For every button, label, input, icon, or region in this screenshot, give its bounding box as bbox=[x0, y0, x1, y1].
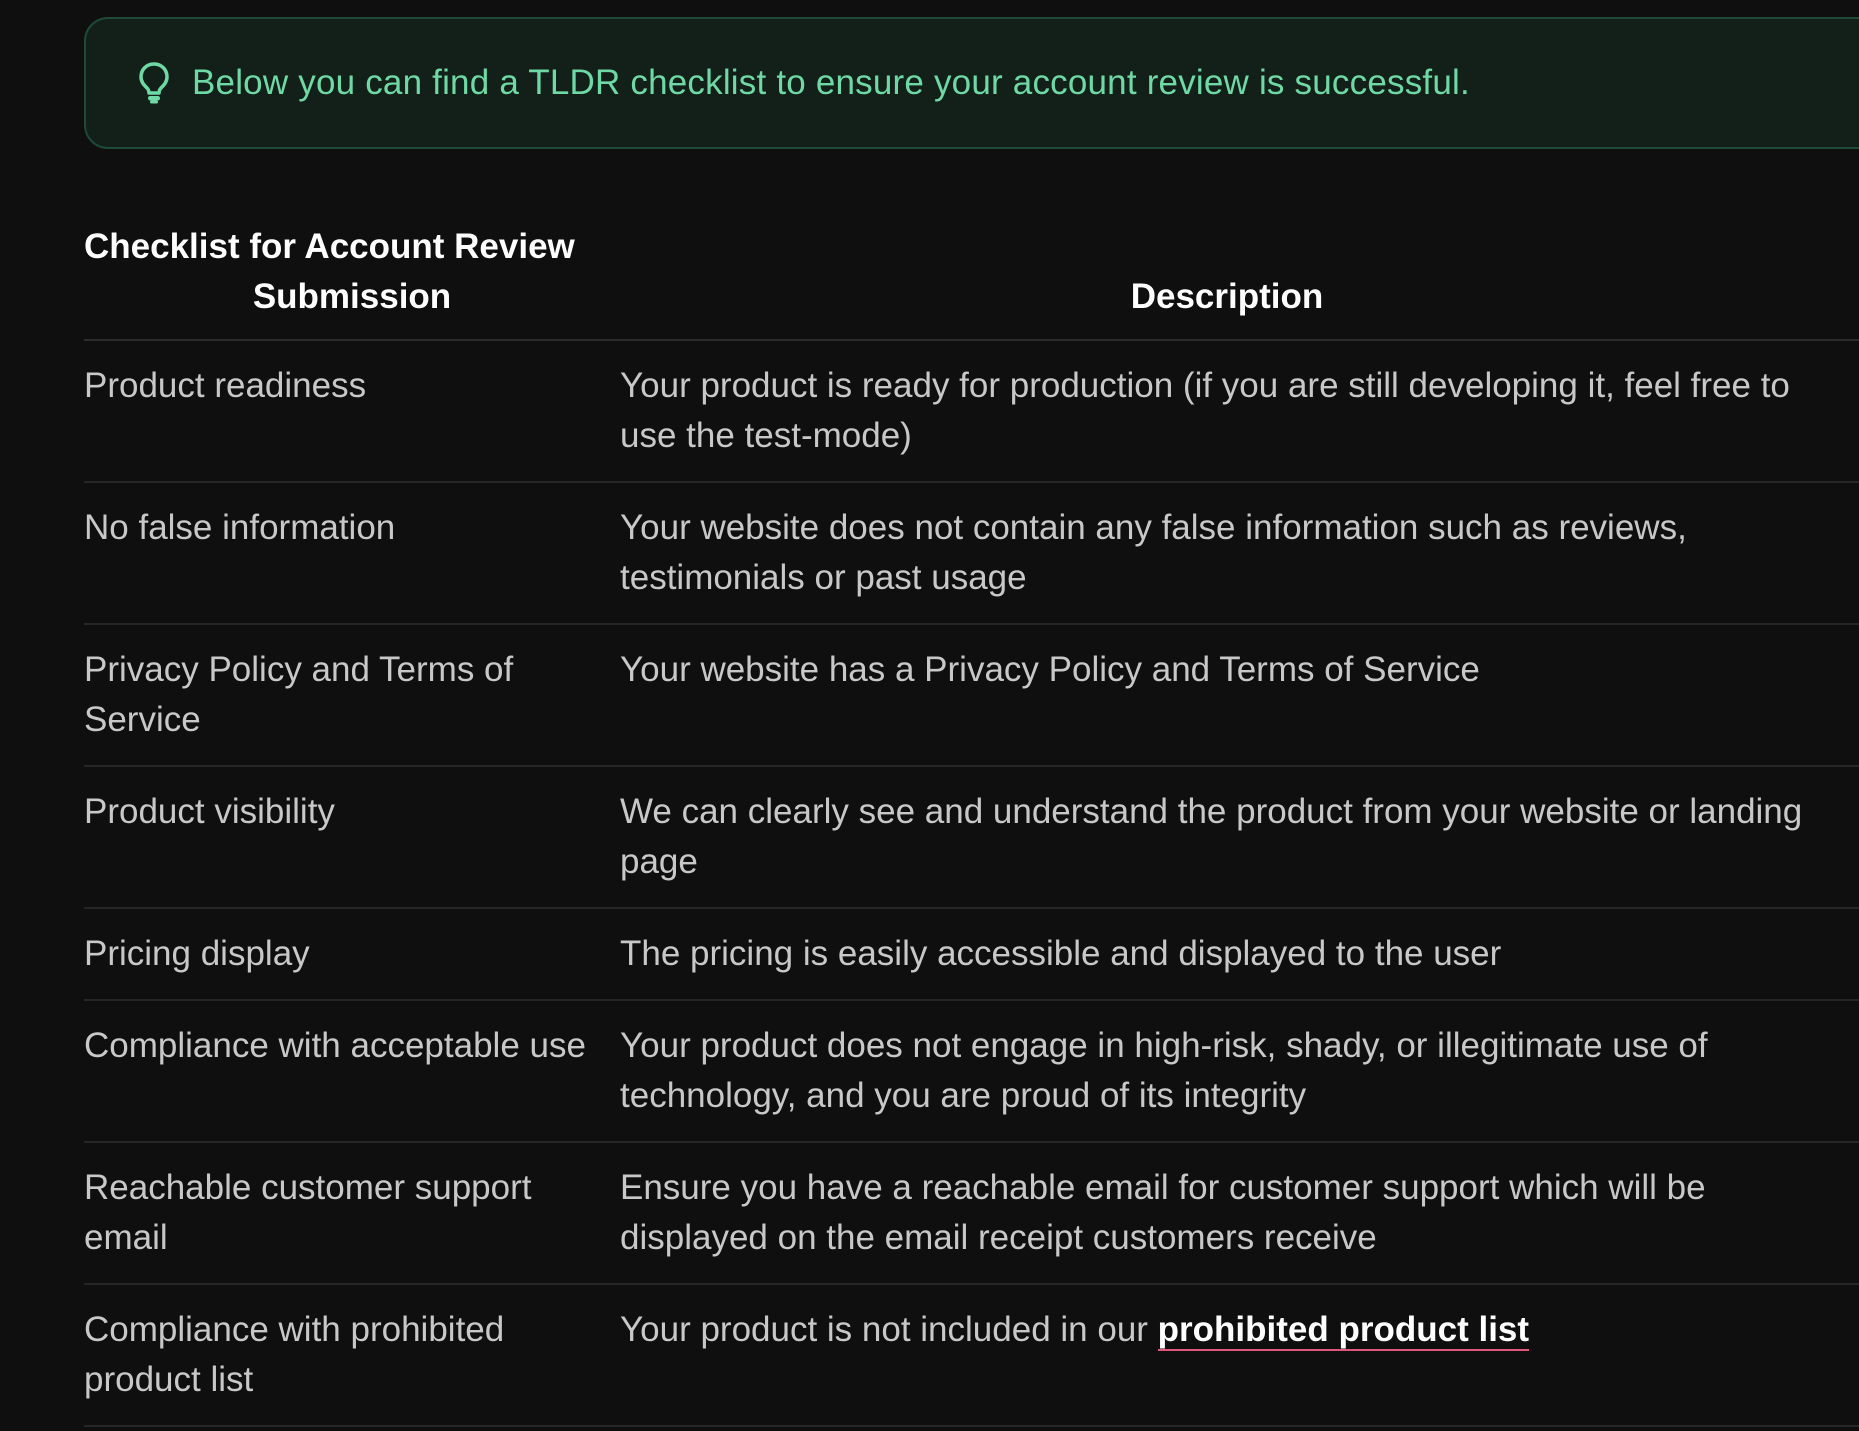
table-row: Product visibility We can clearly see an… bbox=[84, 767, 1859, 909]
table-row: Privacy Policy and Terms of Service Your… bbox=[84, 625, 1859, 767]
checklist-description: Your product is ready for production (if… bbox=[620, 366, 1790, 455]
column-header-description: Description bbox=[1130, 277, 1324, 316]
checklist-description: Your website has a Privacy Policy and Te… bbox=[620, 650, 1480, 689]
table-row: No false information Your website does n… bbox=[84, 483, 1859, 625]
checklist-item: No false information bbox=[84, 508, 396, 547]
callout-text: Below you can find a TLDR checklist to e… bbox=[192, 63, 1470, 102]
checklist-description: Your website does not contain any false … bbox=[620, 508, 1687, 597]
tip-callout: Below you can find a TLDR checklist to e… bbox=[84, 17, 1859, 149]
checklist-item: Privacy Policy and Terms of Service bbox=[84, 650, 514, 739]
checklist-item: Compliance with prohibited product list bbox=[84, 1310, 505, 1399]
checklist-description: Your product is not included in our proh… bbox=[620, 1285, 1859, 1425]
lightbulb-icon bbox=[136, 59, 172, 107]
checklist-description: The pricing is easily accessible and dis… bbox=[620, 934, 1502, 973]
table-row: Pricing display The pricing is easily ac… bbox=[84, 909, 1859, 1001]
prohibited-product-list-link[interactable]: prohibited product list bbox=[1157, 1310, 1530, 1351]
checklist-item: Product visibility bbox=[84, 792, 335, 831]
checklist-item: Product readiness bbox=[84, 366, 367, 405]
checklist-item: Reachable customer support email bbox=[84, 1168, 532, 1257]
column-header-checklist: Checklist for Account Review Submission bbox=[84, 210, 620, 339]
table-row: Compliance with acceptable use Your prod… bbox=[84, 1001, 1859, 1143]
column-header-checklist-line2: Submission bbox=[252, 277, 452, 316]
checklist-description: Your product does not engage in high-ris… bbox=[620, 1026, 1708, 1115]
checklist-table: Checklist for Account Review Submission … bbox=[84, 210, 1859, 1427]
table-row: Product readiness Your product is ready … bbox=[84, 341, 1859, 483]
checklist-description: Ensure you have a reachable email for cu… bbox=[620, 1168, 1706, 1257]
checklist-item: Compliance with acceptable use bbox=[84, 1026, 586, 1065]
checklist-item: Pricing display bbox=[84, 934, 310, 973]
table-header: Checklist for Account Review Submission … bbox=[84, 210, 1859, 341]
table-row: Reachable customer support email Ensure … bbox=[84, 1143, 1859, 1285]
description-prefix: Your product is not included in our bbox=[620, 1310, 1158, 1349]
checklist-description: We can clearly see and understand the pr… bbox=[620, 792, 1803, 881]
column-header-checklist-line1: Checklist for Account Review bbox=[84, 227, 575, 266]
page: Below you can find a TLDR checklist to e… bbox=[0, 0, 1859, 1431]
table-row: Compliance with prohibited product list … bbox=[84, 1285, 1859, 1427]
